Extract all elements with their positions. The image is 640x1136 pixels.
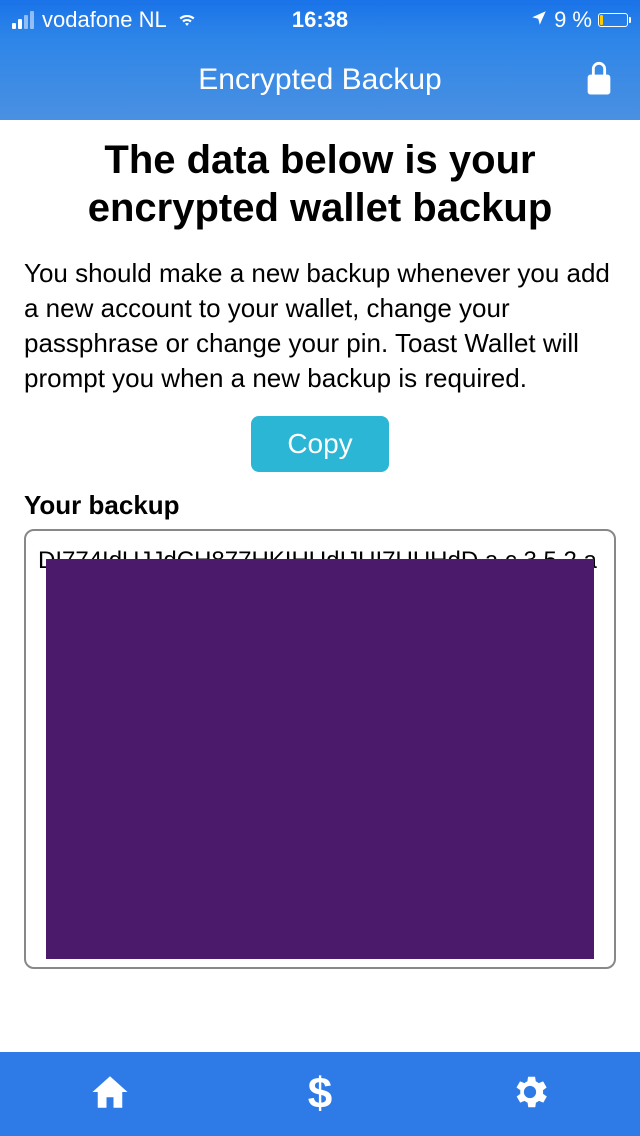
app-header: Encrypted Backup bbox=[0, 40, 640, 120]
nav-dollar[interactable]: $ bbox=[278, 1059, 362, 1129]
signal-icon bbox=[12, 11, 34, 29]
battery-percent: 9 % bbox=[554, 7, 592, 33]
status-right: 9 % bbox=[530, 7, 628, 33]
nav-settings[interactable] bbox=[479, 1061, 581, 1128]
main-content: The data below is your encrypted wallet … bbox=[0, 120, 640, 969]
status-left: vodafone NL bbox=[12, 5, 199, 35]
location-icon bbox=[530, 7, 548, 33]
page-title: The data below is your encrypted wallet … bbox=[24, 136, 616, 232]
backup-label: Your backup bbox=[24, 490, 616, 521]
carrier-label: vodafone NL bbox=[42, 7, 167, 33]
redaction-overlay bbox=[46, 559, 594, 959]
bottom-nav: $ bbox=[0, 1052, 640, 1136]
wifi-icon bbox=[175, 5, 199, 35]
description-text: You should make a new backup whenever yo… bbox=[24, 256, 616, 396]
status-bar: vodafone NL 16:38 9 % bbox=[0, 0, 640, 40]
copy-button[interactable]: Copy bbox=[251, 416, 388, 472]
nav-home[interactable] bbox=[59, 1061, 161, 1128]
battery-icon bbox=[598, 13, 628, 27]
home-icon bbox=[89, 1071, 131, 1113]
backup-data-box[interactable]: DI774IdUJJdCH877HKIHUdIJUI7UUHdD a c 3 5… bbox=[24, 529, 616, 969]
lock-icon[interactable] bbox=[582, 58, 616, 103]
status-time: 16:38 bbox=[292, 7, 348, 33]
gear-icon bbox=[509, 1071, 551, 1113]
header-title: Encrypted Backup bbox=[198, 63, 441, 97]
